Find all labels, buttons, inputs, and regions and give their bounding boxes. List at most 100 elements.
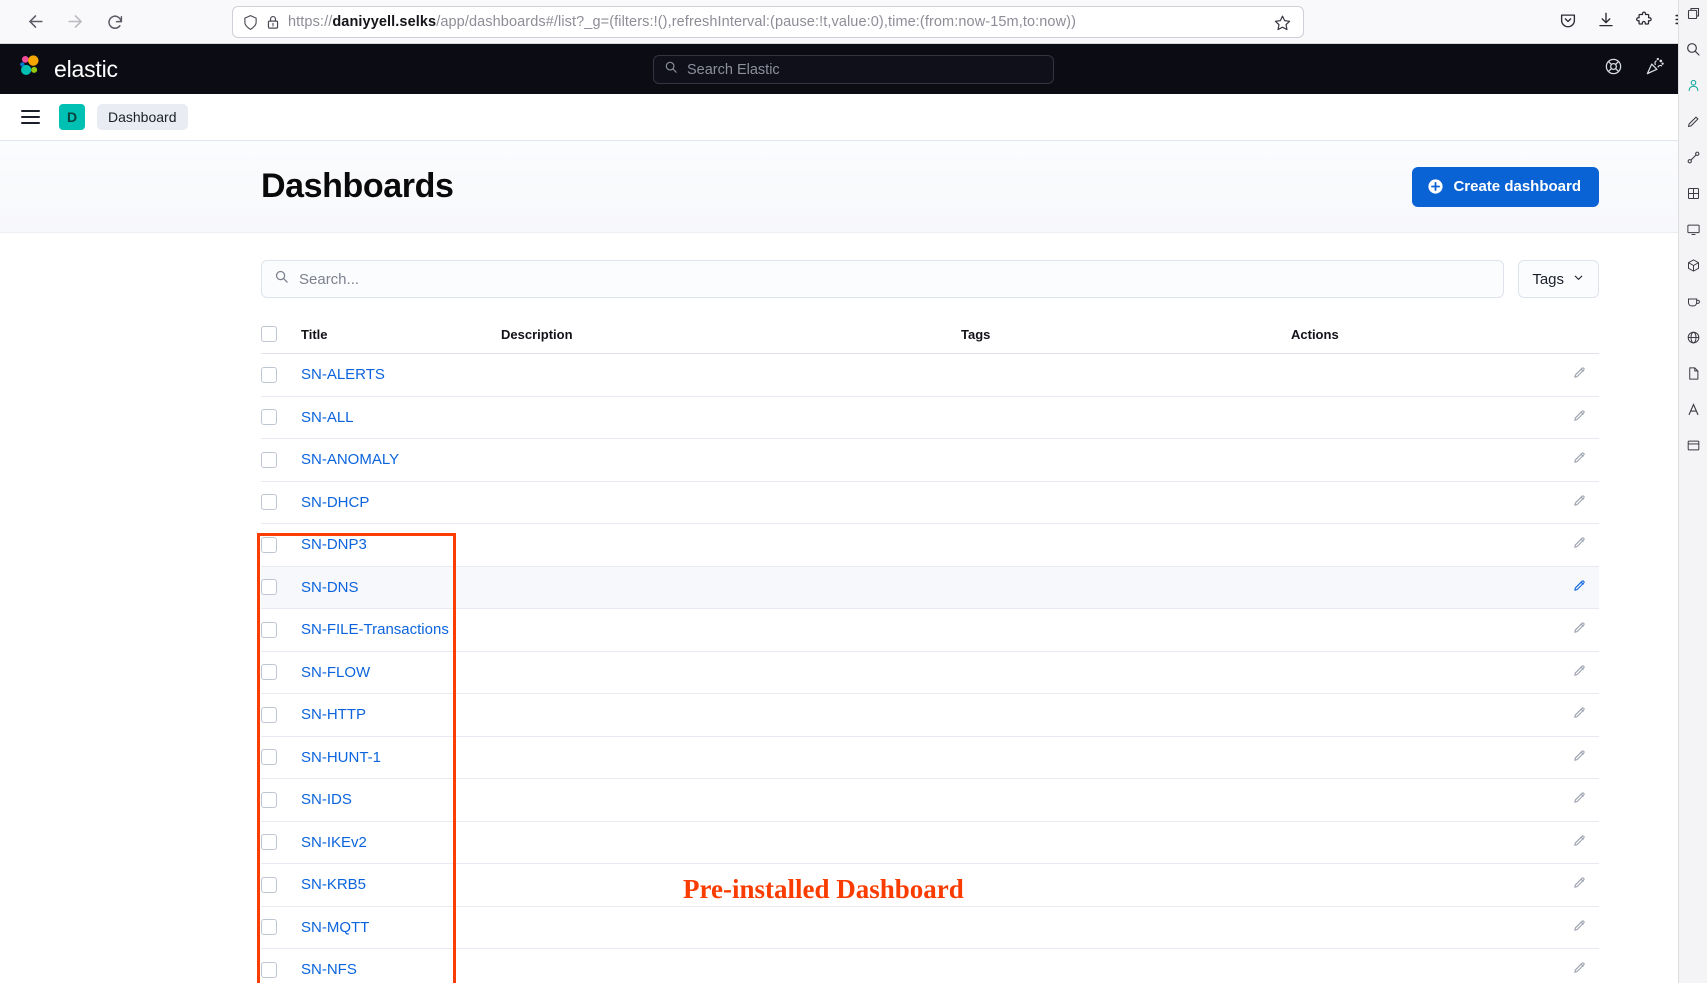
save-to-pocket-button[interactable]: [1551, 4, 1585, 40]
create-dashboard-button[interactable]: Create dashboard: [1412, 166, 1599, 207]
pencil-edit-icon[interactable]: [1572, 493, 1587, 512]
pencil-edit-icon[interactable]: [1572, 790, 1587, 809]
table-row[interactable]: SN-IKEv2: [261, 821, 1599, 864]
row-checkbox[interactable]: [261, 651, 301, 694]
whats-new-button[interactable]: [1645, 57, 1664, 81]
help-button[interactable]: [1604, 57, 1623, 81]
pencil-edit-icon[interactable]: [1572, 833, 1587, 852]
search-strip-icon[interactable]: [1682, 38, 1704, 60]
page-header: Dashboards Create dashboard: [0, 141, 1678, 233]
table-row[interactable]: SN-HTTP: [261, 693, 1599, 737]
bookmark-star-icon[interactable]: [1269, 9, 1295, 35]
table-row[interactable]: SN-DNS: [261, 566, 1599, 609]
pencil-edit-icon[interactable]: [1572, 918, 1587, 937]
list-controls: Search... Tags: [261, 260, 1599, 298]
row-checkbox[interactable]: [261, 396, 301, 439]
dashboard-link[interactable]: SN-ALERTS: [301, 366, 385, 383]
back-button[interactable]: [18, 5, 52, 39]
global-search-input[interactable]: Search Elastic: [653, 55, 1054, 84]
table-row[interactable]: SN-ALL: [261, 396, 1599, 439]
row-checkbox[interactable]: [261, 906, 301, 949]
panel-strip-icon[interactable]: [1682, 434, 1704, 456]
table-row[interactable]: SN-FILE-Transactions: [261, 608, 1599, 652]
text-tool-strip-icon[interactable]: [1682, 398, 1704, 420]
person-strip-icon[interactable]: [1682, 74, 1704, 96]
breadcrumb[interactable]: Dashboard: [97, 104, 188, 130]
insecure-connection-lock-icon[interactable]: [266, 14, 280, 31]
space-avatar[interactable]: D: [59, 104, 85, 130]
pen-strip-icon[interactable]: [1682, 110, 1704, 132]
column-header-description[interactable]: Description: [501, 317, 961, 354]
row-checkbox[interactable]: [261, 778, 301, 822]
reload-button[interactable]: [98, 5, 132, 39]
elastic-brand[interactable]: elastic: [16, 53, 118, 85]
column-header-title[interactable]: Title: [301, 317, 501, 354]
row-checkbox[interactable]: [261, 608, 301, 652]
dashboard-link[interactable]: SN-IDS: [301, 791, 352, 808]
pencil-edit-icon[interactable]: [1572, 535, 1587, 554]
pencil-edit-icon[interactable]: [1572, 578, 1587, 597]
dashboard-link[interactable]: SN-DNS: [301, 579, 359, 596]
table-row[interactable]: SN-ANOMALY: [261, 438, 1599, 482]
document-strip-icon[interactable]: [1682, 362, 1704, 384]
checkbox-box: [261, 664, 277, 681]
dashboard-link[interactable]: SN-FLOW: [301, 664, 370, 681]
tracking-protection-shield-icon[interactable]: [243, 14, 258, 31]
cube-strip-icon[interactable]: [1682, 254, 1704, 276]
row-checkbox[interactable]: [261, 736, 301, 779]
pencil-edit-icon[interactable]: [1572, 748, 1587, 767]
dashboard-link[interactable]: SN-NFS: [301, 961, 357, 978]
row-checkbox[interactable]: [261, 438, 301, 482]
table-row[interactable]: SN-NFS: [261, 948, 1599, 983]
pencil-edit-icon[interactable]: [1572, 620, 1587, 639]
window-restore-icon[interactable]: [1682, 2, 1704, 24]
dashboard-link[interactable]: SN-DNP3: [301, 536, 367, 553]
pencil-edit-icon[interactable]: [1572, 875, 1587, 894]
pencil-edit-icon[interactable]: [1572, 450, 1587, 469]
table-row[interactable]: SN-ALERTS: [261, 353, 1599, 397]
coffee-strip-icon[interactable]: [1682, 290, 1704, 312]
address-bar[interactable]: https://daniyyell.selks/app/dashboards#/…: [232, 6, 1304, 38]
hamburger-menu-icon[interactable]: [13, 100, 47, 134]
table-row[interactable]: SN-DHCP: [261, 481, 1599, 524]
row-checkbox[interactable]: [261, 693, 301, 737]
row-checkbox[interactable]: [261, 566, 301, 609]
grid-strip-icon[interactable]: [1682, 182, 1704, 204]
table-row[interactable]: SN-MQTT: [261, 906, 1599, 949]
dashboard-link[interactable]: SN-IKEv2: [301, 834, 367, 851]
extensions-button[interactable]: [1627, 4, 1661, 40]
row-checkbox[interactable]: [261, 523, 301, 567]
select-all-checkbox[interactable]: [261, 317, 301, 354]
column-header-tags[interactable]: Tags: [961, 317, 1291, 354]
forward-button[interactable]: [58, 5, 92, 39]
table-row[interactable]: SN-FLOW: [261, 651, 1599, 694]
dashboard-link[interactable]: SN-DHCP: [301, 494, 369, 511]
pencil-edit-icon[interactable]: [1572, 408, 1587, 427]
table-row[interactable]: SN-DNP3: [261, 523, 1599, 567]
dashboard-link[interactable]: SN-HTTP: [301, 706, 366, 723]
row-checkbox[interactable]: [261, 948, 301, 983]
nodes-strip-icon[interactable]: [1682, 146, 1704, 168]
pencil-edit-icon[interactable]: [1572, 663, 1587, 682]
dashboard-link[interactable]: SN-HUNT-1: [301, 749, 381, 766]
dashboard-link[interactable]: SN-ANOMALY: [301, 451, 399, 468]
dashboard-link[interactable]: SN-ALL: [301, 409, 354, 426]
globe-strip-icon[interactable]: [1682, 326, 1704, 348]
search-input[interactable]: Search...: [261, 260, 1505, 298]
dashboard-title-cell: SN-KRB5: [301, 863, 501, 907]
row-checkbox[interactable]: [261, 353, 301, 397]
pencil-edit-icon[interactable]: [1572, 365, 1587, 384]
pencil-edit-icon[interactable]: [1572, 705, 1587, 724]
dashboard-link[interactable]: SN-FILE-Transactions: [301, 621, 449, 638]
monitor-strip-icon[interactable]: [1682, 218, 1704, 240]
row-checkbox[interactable]: [261, 821, 301, 864]
downloads-button[interactable]: [1589, 4, 1623, 40]
table-row[interactable]: SN-HUNT-1: [261, 736, 1599, 779]
dashboard-link[interactable]: SN-KRB5: [301, 876, 366, 893]
pencil-edit-icon[interactable]: [1572, 960, 1587, 979]
row-checkbox[interactable]: [261, 481, 301, 524]
table-row[interactable]: SN-IDS: [261, 778, 1599, 822]
row-checkbox[interactable]: [261, 863, 301, 907]
tags-filter-button[interactable]: Tags: [1518, 260, 1599, 298]
dashboard-link[interactable]: SN-MQTT: [301, 919, 369, 936]
